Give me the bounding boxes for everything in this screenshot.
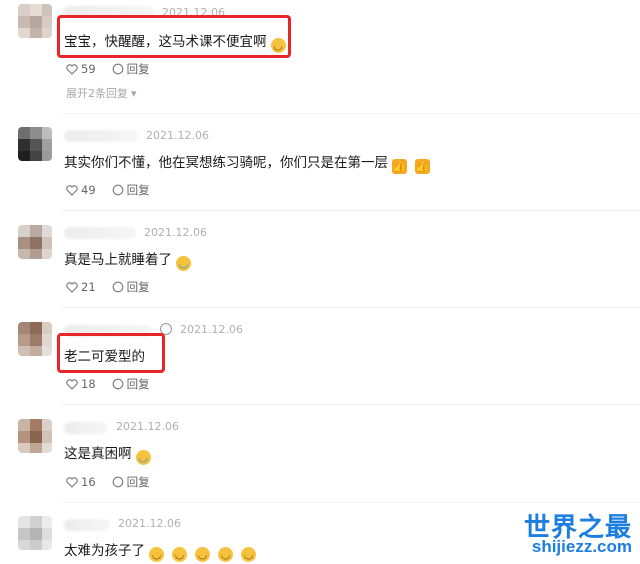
like-count: 59: [81, 62, 96, 76]
comment-date: 2021.12.06: [144, 226, 207, 239]
thumbs-up-emoji-icon: 👍: [415, 159, 430, 174]
username[interactable]: [64, 422, 108, 434]
heart-icon: [66, 184, 78, 196]
reply-label: 回复: [126, 475, 150, 489]
comment-text: 太难为孩子了 ◡ ◡ ◡ ◡ ◡: [64, 539, 256, 562]
comment-actions: 16 回复: [66, 474, 166, 490]
highlight-box: [57, 15, 291, 58]
comment-date: 2021.12.06: [180, 323, 243, 336]
reply-button[interactable]: 回复: [112, 376, 150, 392]
like-count: 21: [81, 280, 96, 294]
comment-bubble-icon: [112, 281, 123, 293]
highlight-box: [57, 333, 165, 373]
heart-icon: [66, 281, 78, 293]
reply-label: 回复: [126, 377, 150, 391]
like-button[interactable]: 59: [66, 62, 96, 76]
reply-label: 回复: [126, 280, 150, 294]
heart-icon: [66, 378, 78, 390]
laugh-emoji-icon: ◡: [172, 547, 187, 562]
reply-label: 回复: [126, 62, 150, 76]
avatar[interactable]: [18, 322, 52, 356]
avatar[interactable]: [18, 4, 52, 38]
heart-icon: [66, 63, 78, 75]
like-count: 18: [81, 377, 96, 391]
thumbs-up-emoji-icon: 👍: [392, 159, 407, 174]
laugh-emoji-icon: ◡: [149, 547, 164, 562]
comment-actions: 21 回复: [66, 279, 166, 295]
comment-actions: 49 回复: [66, 182, 166, 198]
reply-button[interactable]: 回复: [112, 474, 150, 490]
avatar[interactable]: [18, 127, 52, 161]
avatar[interactable]: [18, 516, 52, 550]
reply-button[interactable]: 回复: [112, 61, 150, 77]
laugh-emoji-icon: ◡: [195, 547, 210, 562]
laugh-emoji-icon: ◡: [218, 547, 233, 562]
avatar[interactable]: [18, 225, 52, 259]
expand-replies-link[interactable]: 展开2条回复 ▾: [66, 85, 137, 101]
like-button[interactable]: 16: [66, 475, 96, 489]
reply-button[interactable]: 回复: [112, 182, 150, 198]
reply-label: 回复: [126, 183, 150, 197]
divider: [62, 113, 640, 114]
laugh-cry-emoji-icon: ◡: [135, 450, 151, 465]
laugh-emoji-icon: ◡: [241, 547, 256, 562]
comment-bubble-icon: [112, 63, 123, 75]
comment-date: 2021.12.06: [116, 420, 179, 433]
divider: [62, 210, 640, 211]
like-count: 16: [81, 475, 96, 489]
username[interactable]: [64, 130, 138, 142]
like-count: 49: [81, 183, 96, 197]
comment-date: 2021.12.06: [146, 129, 209, 142]
heart-icon: [66, 476, 78, 488]
like-button[interactable]: 21: [66, 280, 96, 294]
comment-bubble-icon: [112, 378, 123, 390]
laugh-cry-emoji-icon: ◡: [176, 256, 191, 271]
like-button[interactable]: 49: [66, 183, 96, 197]
watermark-url: shijiezz.com: [531, 537, 632, 556]
comment-date: 2021.12.06: [118, 517, 181, 530]
comment-bubble-icon: [112, 476, 123, 488]
comment-actions: 59 回复: [66, 61, 166, 77]
divider: [62, 502, 640, 503]
divider: [62, 307, 640, 308]
comment-actions: 18 回复: [66, 376, 166, 392]
username[interactable]: [64, 519, 110, 531]
comment-text: 其实你们不懂，他在冥想练习骑呢，你们只是在第一层 👍 👍: [64, 155, 430, 174]
comment-text: 这是真困啊 ◡: [64, 442, 151, 465]
divider: [62, 404, 640, 405]
username[interactable]: [64, 227, 136, 239]
caret-down-icon: ▾: [131, 87, 137, 100]
comment-text: 真是马上就睡着了 ◡: [64, 248, 191, 271]
avatar[interactable]: [18, 419, 52, 453]
comment-bubble-icon: [112, 184, 123, 196]
like-button[interactable]: 18: [66, 377, 96, 391]
reply-button[interactable]: 回复: [112, 279, 150, 295]
